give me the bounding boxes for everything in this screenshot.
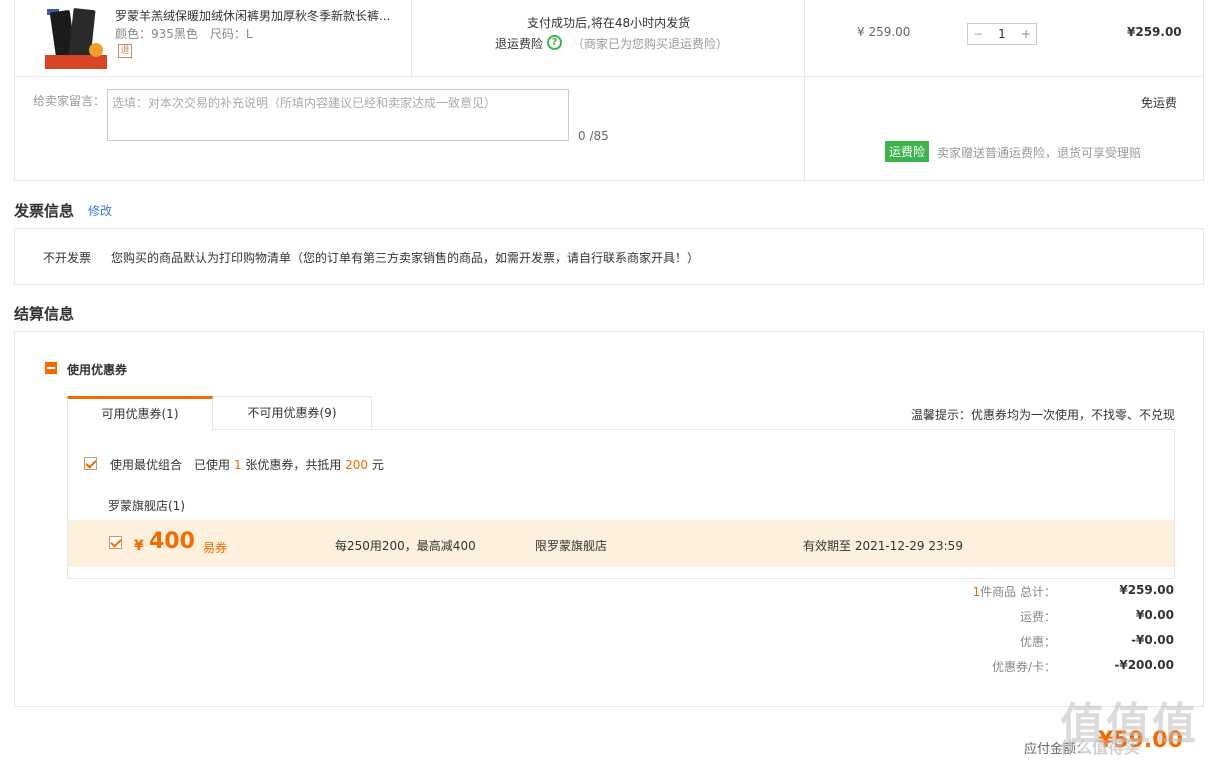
summary-shipping-label: 运费： (1019, 610, 1056, 624)
invoice-title: 发票信息 (14, 202, 75, 220)
invoice-type: 不开发票 (43, 251, 92, 265)
coupon-checkbox[interactable] (109, 536, 122, 549)
promo-badge (89, 43, 103, 57)
line-total: ¥259.00 (1127, 25, 1182, 39)
tab-available-coupons[interactable]: 可用优惠券(1) (67, 396, 213, 430)
insurance-badge: 运费险 (885, 141, 930, 162)
best-mid: 张优惠券，共抵用 (245, 458, 342, 472)
coupon-store-limit: 限罗蒙旗舰店 (535, 539, 608, 553)
divider (804, 0, 805, 182)
summary-count-label: 1件商品 总计： (856, 583, 1056, 600)
invoice-edit-link[interactable]: 修改 (88, 202, 112, 219)
message-char-count: 0 /85 (578, 129, 609, 143)
best-pre: 已使用 (194, 458, 231, 472)
invoice-description: 您购买的商品默认为打印购物清单（您的订单有第三方卖家销售的商品，如需开发票，请自… (111, 251, 700, 265)
summary-discount: -¥0.00 (1131, 633, 1174, 647)
summary-shipping: ¥0.00 (1136, 608, 1174, 622)
best-combo-info: 已使用 1 张优惠券，共抵用 200 元 (194, 456, 384, 473)
coupon-rule: 每250用200，最高减400 (335, 539, 476, 553)
insurance-label: 退运费险 (495, 37, 544, 51)
quantity-stepper: − 1 + (967, 23, 1037, 45)
summary-discount-label: 优惠： (1019, 635, 1056, 649)
best-post: 元 (371, 458, 384, 472)
collapse-icon[interactable] (45, 362, 57, 374)
shipping-promise: 支付成功后,将在48小时内发货 (527, 16, 691, 30)
message-label: 给卖家留言： (33, 94, 106, 108)
coupon-count: 1 (233, 458, 242, 472)
quantity-input[interactable]: 1 (988, 24, 1016, 44)
coupon-tabs: 可用优惠券(1) 不可用优惠券(9) 温馨提示：优惠券均为一次使用，不找零、不兑… (67, 396, 1175, 579)
summary-coupon: -¥200.00 (1114, 658, 1174, 672)
coupon-section-title[interactable]: 使用优惠券 (67, 361, 127, 378)
unit-price: ¥ 259.00 (857, 25, 911, 39)
coupon-hint: 温馨提示：优惠券均为一次使用，不找零、不兑现 (910, 408, 1175, 422)
product-spec: 颜色：935黑色 尺码：L (115, 27, 253, 41)
watermark-text: 什么值得买 (1060, 738, 1141, 757)
tab-unavailable-coupons[interactable]: 不可用优惠券(9) (212, 396, 372, 430)
divider (411, 0, 412, 77)
free-shipping-label: 免运费 (1141, 96, 1178, 110)
seller-message-input[interactable] (107, 89, 569, 141)
insurance-note: （商家已为您购买退运费险） (572, 37, 729, 51)
total-label: 件商品 总计： (980, 585, 1056, 599)
product-thumbnail[interactable] (45, 7, 107, 69)
best-combo-checkbox[interactable] (84, 457, 97, 470)
product-row: 罗蒙羊羔绒保暖加绒休闲裤男加厚秋冬季新款长裤... 颜色：935黑色 尺码：L … (15, 0, 1203, 182)
insurance-gift-note: 卖家赠送普通运费险，退货可享受理赔 (937, 146, 1142, 160)
coupon-amount: 400 (149, 529, 195, 554)
coupon-currency: ¥ (134, 538, 144, 554)
coupon-type: 易券 (203, 541, 228, 555)
promo-banner (45, 55, 107, 69)
help-icon[interactable]: ? (547, 35, 562, 50)
best-combo-label: 使用最优组合 (110, 458, 183, 472)
invoice-box: 不开发票 您购买的商品默认为打印购物清单（您的订单有第三方卖家销售的商品，如需开… (14, 228, 1204, 285)
increase-button[interactable]: + (1016, 24, 1036, 44)
coupon-item[interactable]: ¥ 400 易券 每250用200，最高减400 限罗蒙旗舰店 有效期至 202… (68, 520, 1174, 567)
discount-amount: 200 (345, 458, 369, 472)
coupon-panel: 使用最优组合 已使用 1 张优惠券，共抵用 200 元 罗蒙旗舰店(1) ¥ 4… (67, 429, 1175, 579)
settlement-title: 结算信息 (14, 305, 75, 323)
settlement-box: 使用优惠券 可用优惠券(1) 不可用优惠券(9) 温馨提示：优惠券均为一次使用，… (14, 331, 1204, 707)
summary-total: ¥259.00 (1119, 583, 1174, 597)
coupon-expiry: 有效期至 2021-12-29 23:59 (803, 539, 963, 553)
order-item-box: 罗蒙羊羔绒保暖加绒休闲裤男加厚秋冬季新款长裤... 颜色：935黑色 尺码：L … (14, 0, 1204, 182)
summary-coupon-label: 优惠券/卡： (991, 660, 1056, 674)
product-title[interactable]: 罗蒙羊羔绒保暖加绒休闲裤男加厚秋冬季新款长裤... (115, 7, 405, 24)
decrease-button[interactable]: − (968, 24, 988, 44)
store-group-name: 罗蒙旗舰店(1) (108, 499, 185, 513)
refund-badge: 退 (118, 44, 132, 58)
